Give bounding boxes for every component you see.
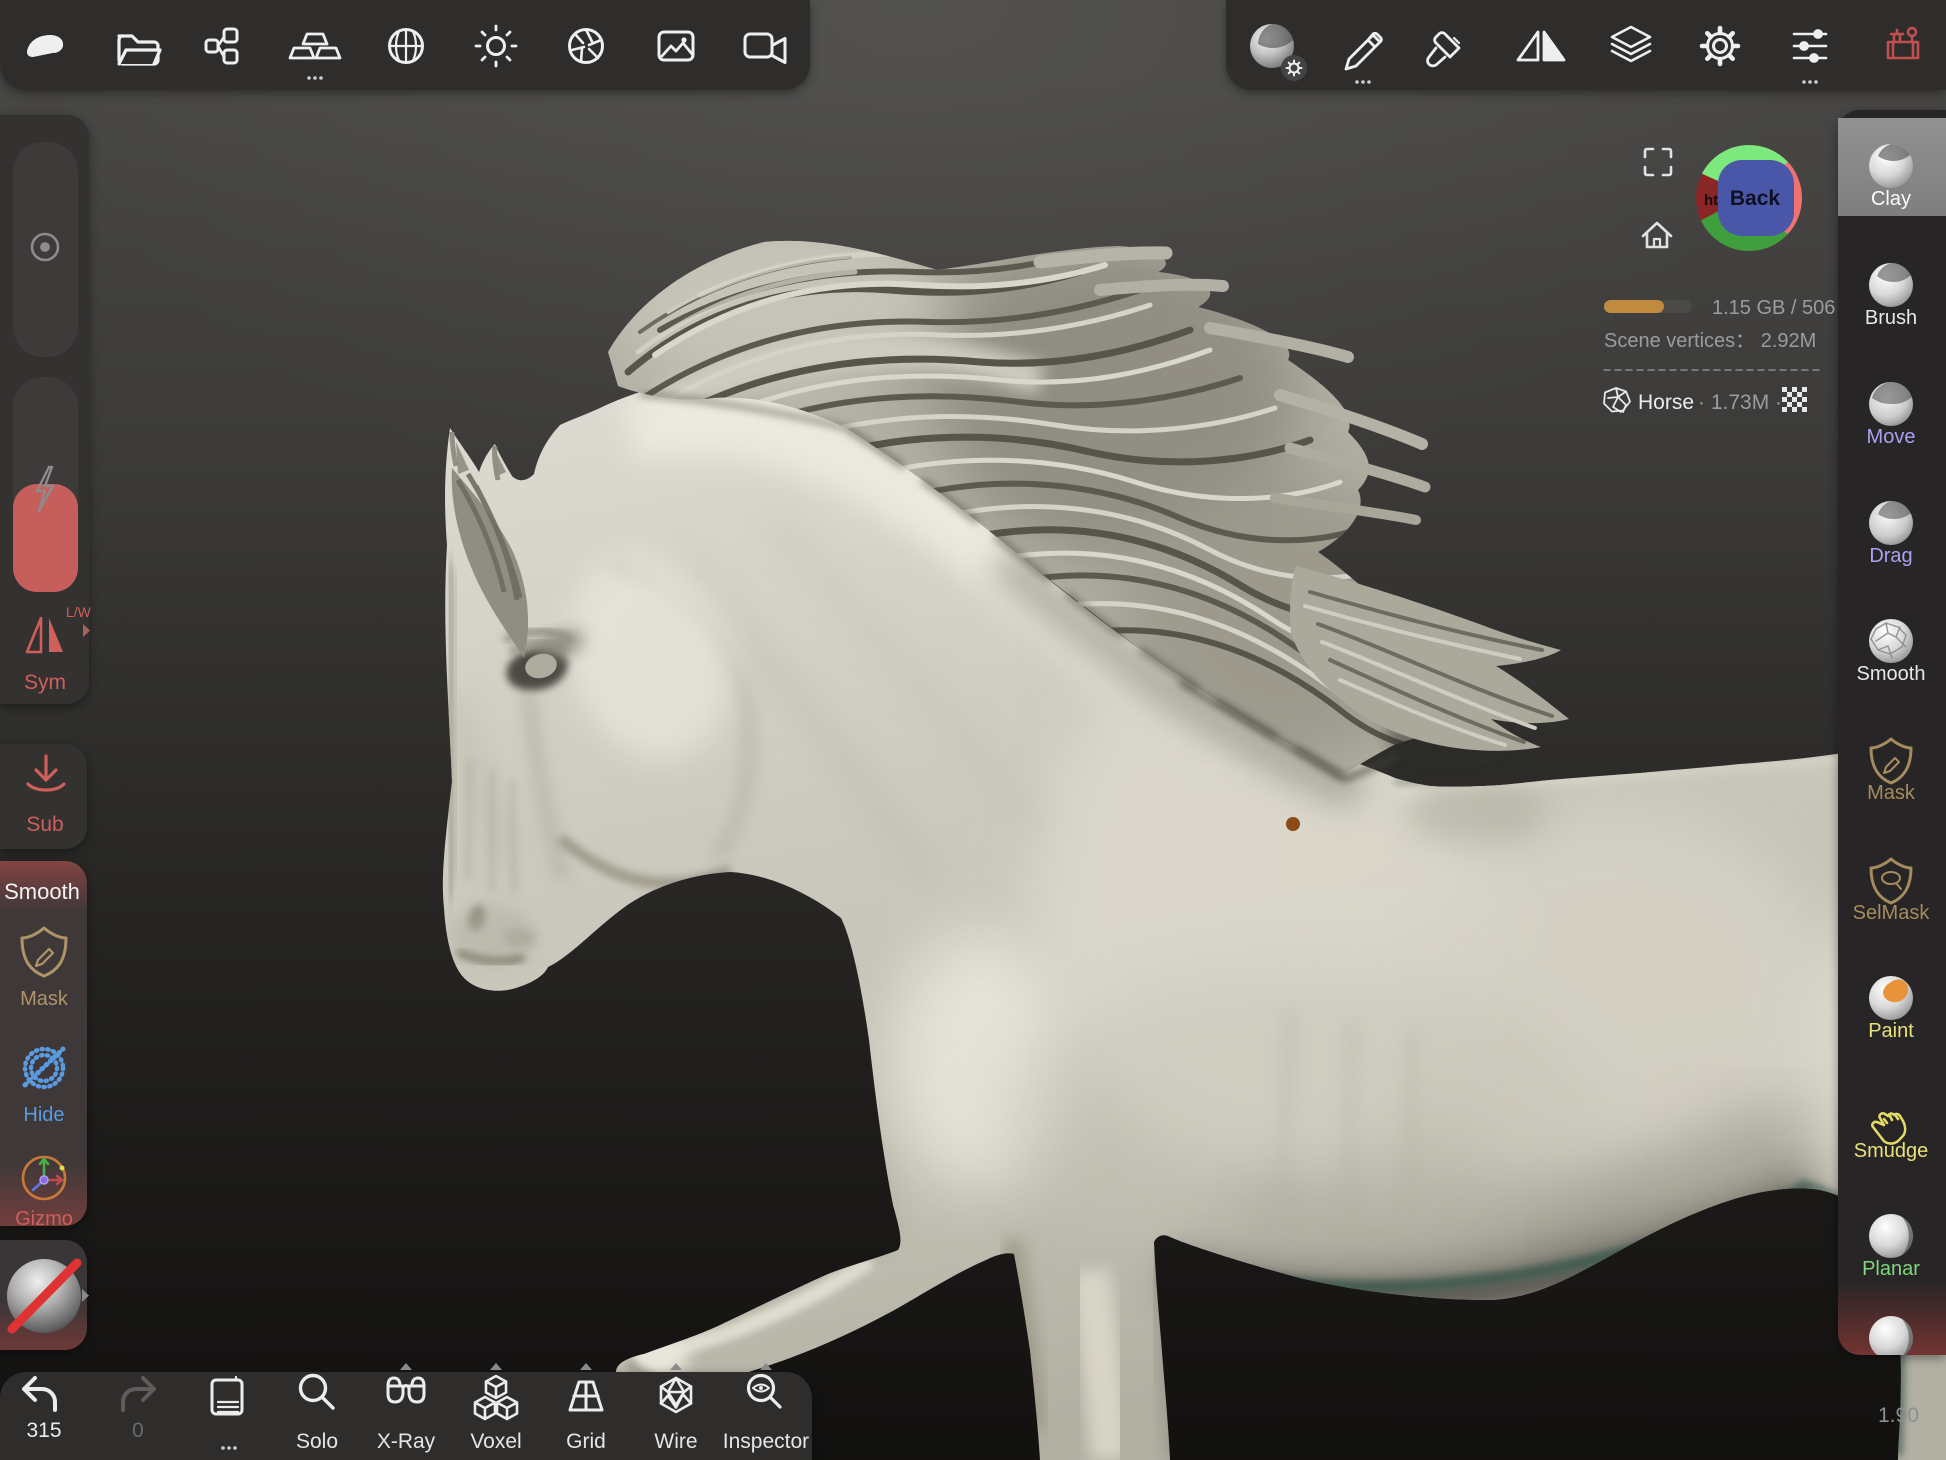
svg-text:Planar: Planar bbox=[1862, 1258, 1920, 1280]
svg-text:1.15 GB / 506 M: 1.15 GB / 506 M bbox=[1712, 297, 1838, 319]
svg-text:Smooth: Smooth bbox=[1857, 663, 1926, 685]
svg-text:Smooth: Smooth bbox=[4, 879, 80, 904]
svg-text:Inspector: Inspector bbox=[723, 1430, 809, 1453]
svg-text:Mask: Mask bbox=[20, 988, 69, 1010]
svg-text:ht: ht bbox=[1704, 192, 1718, 209]
svg-text:Grid: Grid bbox=[566, 1430, 606, 1453]
svg-text:Brush: Brush bbox=[1865, 307, 1917, 329]
svg-text:Hide: Hide bbox=[23, 1104, 64, 1126]
svg-text:Back: Back bbox=[1730, 187, 1781, 210]
svg-text:Sym: Sym bbox=[24, 671, 66, 694]
svg-text:· 1.73M ·: · 1.73M · bbox=[1698, 391, 1782, 414]
svg-text:0: 0 bbox=[132, 1419, 144, 1442]
svg-text:Horse: Horse bbox=[1638, 391, 1694, 414]
svg-text:Move: Move bbox=[1867, 426, 1916, 448]
svg-text:Smudge: Smudge bbox=[1854, 1140, 1929, 1162]
svg-text:Sub: Sub bbox=[26, 813, 63, 836]
svg-text:L/W: L/W bbox=[66, 604, 92, 620]
svg-text:SelMask: SelMask bbox=[1853, 902, 1931, 924]
svg-text:Scene vertices： 2.92M: Scene vertices： 2.92M bbox=[1604, 330, 1816, 352]
svg-text:Clay: Clay bbox=[1871, 188, 1911, 210]
svg-text:Drag: Drag bbox=[1869, 545, 1912, 567]
svg-text:Paint: Paint bbox=[1868, 1020, 1914, 1042]
svg-text:Solo: Solo bbox=[296, 1430, 338, 1453]
svg-text:Wire: Wire bbox=[654, 1430, 697, 1453]
svg-text:Mask: Mask bbox=[1867, 782, 1916, 804]
svg-text:Gizmo: Gizmo bbox=[15, 1208, 73, 1230]
svg-text:X-Ray: X-Ray bbox=[377, 1430, 436, 1453]
svg-text:315: 315 bbox=[26, 1419, 61, 1442]
svg-text:Voxel: Voxel bbox=[470, 1430, 521, 1453]
